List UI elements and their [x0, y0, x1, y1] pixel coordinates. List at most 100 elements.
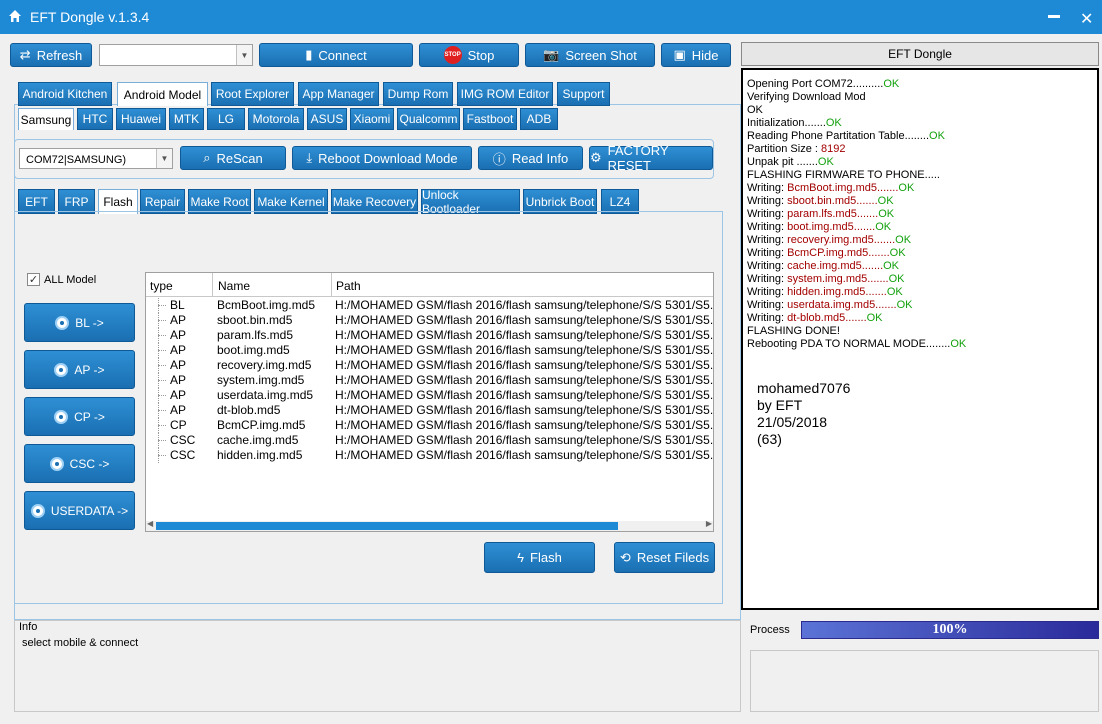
- table-row[interactable]: AP sboot.bin.md5 H:/MOHAMED GSM/flash 2016…: [146, 313, 713, 328]
- table-row[interactable]: CP BcmCP.img.md5 H:/MOHAMED GSM/flash 2016…: [146, 418, 713, 433]
- tab-brand-qualcomm[interactable]: Qualcomm: [397, 108, 460, 130]
- connect-label: Connect: [318, 47, 367, 63]
- table-row[interactable]: AP userdata.img.md5 H:/MOHAMED GSM/flash 2…: [146, 388, 713, 403]
- tab-brand-huawei[interactable]: Huawei: [116, 108, 166, 130]
- process-progress-bar: 100%: [801, 621, 1099, 639]
- table-row[interactable]: CSC hidden.img.md5 H:/MOHAMED GSM/flash 20…: [146, 448, 713, 463]
- cell-name: sboot.bin.md5: [217, 313, 293, 327]
- stop-label: Stop: [467, 47, 495, 63]
- log-file: boot.img.md5.......: [787, 221, 876, 233]
- chevron-down-icon[interactable]: ▼: [236, 45, 252, 65]
- all-model-label: ALL Model: [44, 273, 97, 286]
- progress-percent: 100%: [932, 622, 968, 637]
- log-file: BcmBoot.img.md5.......: [787, 182, 899, 194]
- tab-brand-mtk[interactable]: MTK: [169, 108, 204, 130]
- horizontal-scrollbar[interactable]: ◀ ▶: [146, 519, 713, 531]
- log-file: system.img.md5.......: [787, 273, 889, 285]
- tab-brand-htc[interactable]: HTC: [77, 108, 113, 130]
- close-button[interactable]: ✕: [1080, 9, 1093, 29]
- log-text: OK: [747, 104, 763, 116]
- tab-brand-lg[interactable]: LG: [207, 108, 245, 130]
- port-select[interactable]: ▼: [99, 44, 253, 66]
- log-line: Writing: BcmBoot.img.md5.......OK: [747, 182, 914, 194]
- partition-button-userdata[interactable]: USERDATA ->: [24, 491, 135, 530]
- log-text: Unpak pit .......: [747, 156, 818, 168]
- checkbox-check-icon[interactable]: ✓: [27, 273, 40, 286]
- rescan-label: ReScan: [216, 150, 263, 166]
- table-row[interactable]: CSC cache.img.md5 H:/MOHAMED GSM/flash 201…: [146, 433, 713, 448]
- screenshot-button[interactable]: 📷 Screen Shot: [525, 43, 655, 67]
- device-port-select[interactable]: COM72|SAMSUNG) ▼: [19, 148, 173, 169]
- tab-dump-rom[interactable]: Dump Rom: [383, 82, 453, 106]
- log-status-ok: OK: [877, 195, 894, 207]
- chevron-down-icon[interactable]: ▼: [156, 149, 172, 168]
- usb-icon: ▮: [305, 47, 313, 62]
- minimize-button[interactable]: [1048, 15, 1060, 18]
- gear-icon: ⚙: [590, 150, 602, 165]
- log-line: OK: [747, 104, 763, 116]
- info-label: Info: [19, 621, 38, 633]
- hide-button[interactable]: ▣ Hide: [661, 43, 731, 67]
- cell-path: H:/MOHAMED GSM/flash 2016/flash samsung/…: [335, 373, 714, 387]
- disc-icon: [30, 503, 45, 518]
- tab-app-manager[interactable]: App Manager: [298, 82, 379, 106]
- table-row[interactable]: BL BcmBoot.img.md5 H:/MOHAMED GSM/flash 20…: [146, 298, 713, 313]
- column-name[interactable]: Name: [218, 279, 250, 293]
- tab-support[interactable]: Support: [557, 82, 610, 106]
- stop-button[interactable]: STOP Stop: [419, 43, 519, 67]
- tab-android-model[interactable]: Android Model: [117, 82, 208, 106]
- cell-path: H:/MOHAMED GSM/flash 2016/flash samsung/…: [335, 298, 714, 312]
- scrollbar-thumb[interactable]: [156, 522, 618, 530]
- reboot-download-button[interactable]: ⤓ Reboot Download Mode: [292, 146, 472, 170]
- info-text: select mobile & connect: [22, 637, 139, 649]
- table-row[interactable]: AP system.img.md5 H:/MOHAMED GSM/flash 201…: [146, 373, 713, 388]
- refresh-button[interactable]: ⇄ Refresh: [10, 43, 92, 67]
- tab-brand-adb[interactable]: ADB: [520, 108, 558, 130]
- scroll-right-icon[interactable]: ▶: [706, 519, 712, 528]
- reset-fields-button[interactable]: ⟲ Reset Fileds: [614, 542, 715, 573]
- partition-button-csc[interactable]: CSC ->: [24, 444, 135, 483]
- log-line: Verifying Download Mod: [747, 91, 866, 103]
- log-line: Reading Phone Partitation Table........O…: [747, 130, 945, 142]
- signature-line: by EFT: [757, 397, 803, 413]
- table-header: type Name Path: [146, 273, 713, 297]
- log-file: dt-blob.md5.......: [787, 312, 867, 324]
- partition-button-cp[interactable]: CP ->: [24, 397, 135, 436]
- refresh-label: Refresh: [36, 47, 83, 63]
- log-status-ok: OK: [889, 247, 906, 259]
- partition-button-ap[interactable]: AP ->: [24, 350, 135, 389]
- column-path[interactable]: Path: [336, 279, 361, 293]
- tab-android-kitchen[interactable]: Android Kitchen: [18, 82, 112, 106]
- flash-button[interactable]: ϟ Flash: [484, 542, 595, 573]
- tab-brand-motorola[interactable]: Motorola: [248, 108, 304, 130]
- table-row[interactable]: AP param.lfs.md5 H:/MOHAMED GSM/flash 2016…: [146, 328, 713, 343]
- log-line: Rebooting PDA TO NORMAL MODE........OK: [747, 338, 966, 350]
- tab-root-explorer[interactable]: Root Explorer: [211, 82, 294, 106]
- reboot-label: Reboot Download Mode: [318, 150, 458, 166]
- tab-brand-xiaomi[interactable]: Xiaomi: [350, 108, 394, 130]
- factory-reset-button[interactable]: ⚙ FACTORY RESET: [589, 143, 713, 173]
- log-text: Initialization.......: [747, 117, 826, 129]
- read-info-button[interactable]: ⓘ Read Info: [478, 146, 583, 170]
- hide-icon: ▣: [673, 47, 686, 62]
- partition-button-bl[interactable]: BL ->: [24, 303, 135, 342]
- files-table[interactable]: type Name Path BL BcmBoot.img.md5 H:/MOHAM…: [145, 272, 714, 532]
- log-status-ok: OK: [929, 130, 945, 142]
- hide-label: Hide: [691, 47, 719, 63]
- tab-brand-fastboot[interactable]: Fastboot: [463, 108, 517, 130]
- eft-dongle-button[interactable]: EFT Dongle: [741, 42, 1099, 66]
- tab-brand-samsung[interactable]: Samsung: [18, 108, 74, 130]
- tab-img-rom-editor[interactable]: IMG ROM Editor: [457, 82, 553, 106]
- table-row[interactable]: AP recovery.img.md5 H:/MOHAMED GSM/flash 2…: [146, 358, 713, 373]
- all-model-checkbox[interactable]: ✓ ALL Model: [27, 273, 96, 286]
- log-line: FLASHING DONE!: [747, 325, 840, 337]
- rescan-button[interactable]: ⌕ ReScan: [180, 146, 286, 170]
- log-text: Writing:: [747, 286, 788, 298]
- table-row[interactable]: AP dt-blob.md5 H:/MOHAMED GSM/flash 2016/f…: [146, 403, 713, 418]
- connect-button[interactable]: ▮ Connect: [259, 43, 413, 67]
- column-type[interactable]: type: [150, 279, 173, 293]
- table-row[interactable]: AP boot.img.md5 H:/MOHAMED GSM/flash 2016/…: [146, 343, 713, 358]
- scroll-left-icon[interactable]: ◀: [147, 519, 153, 528]
- cell-type: AP: [170, 373, 187, 387]
- tab-brand-asus[interactable]: ASUS: [307, 108, 347, 130]
